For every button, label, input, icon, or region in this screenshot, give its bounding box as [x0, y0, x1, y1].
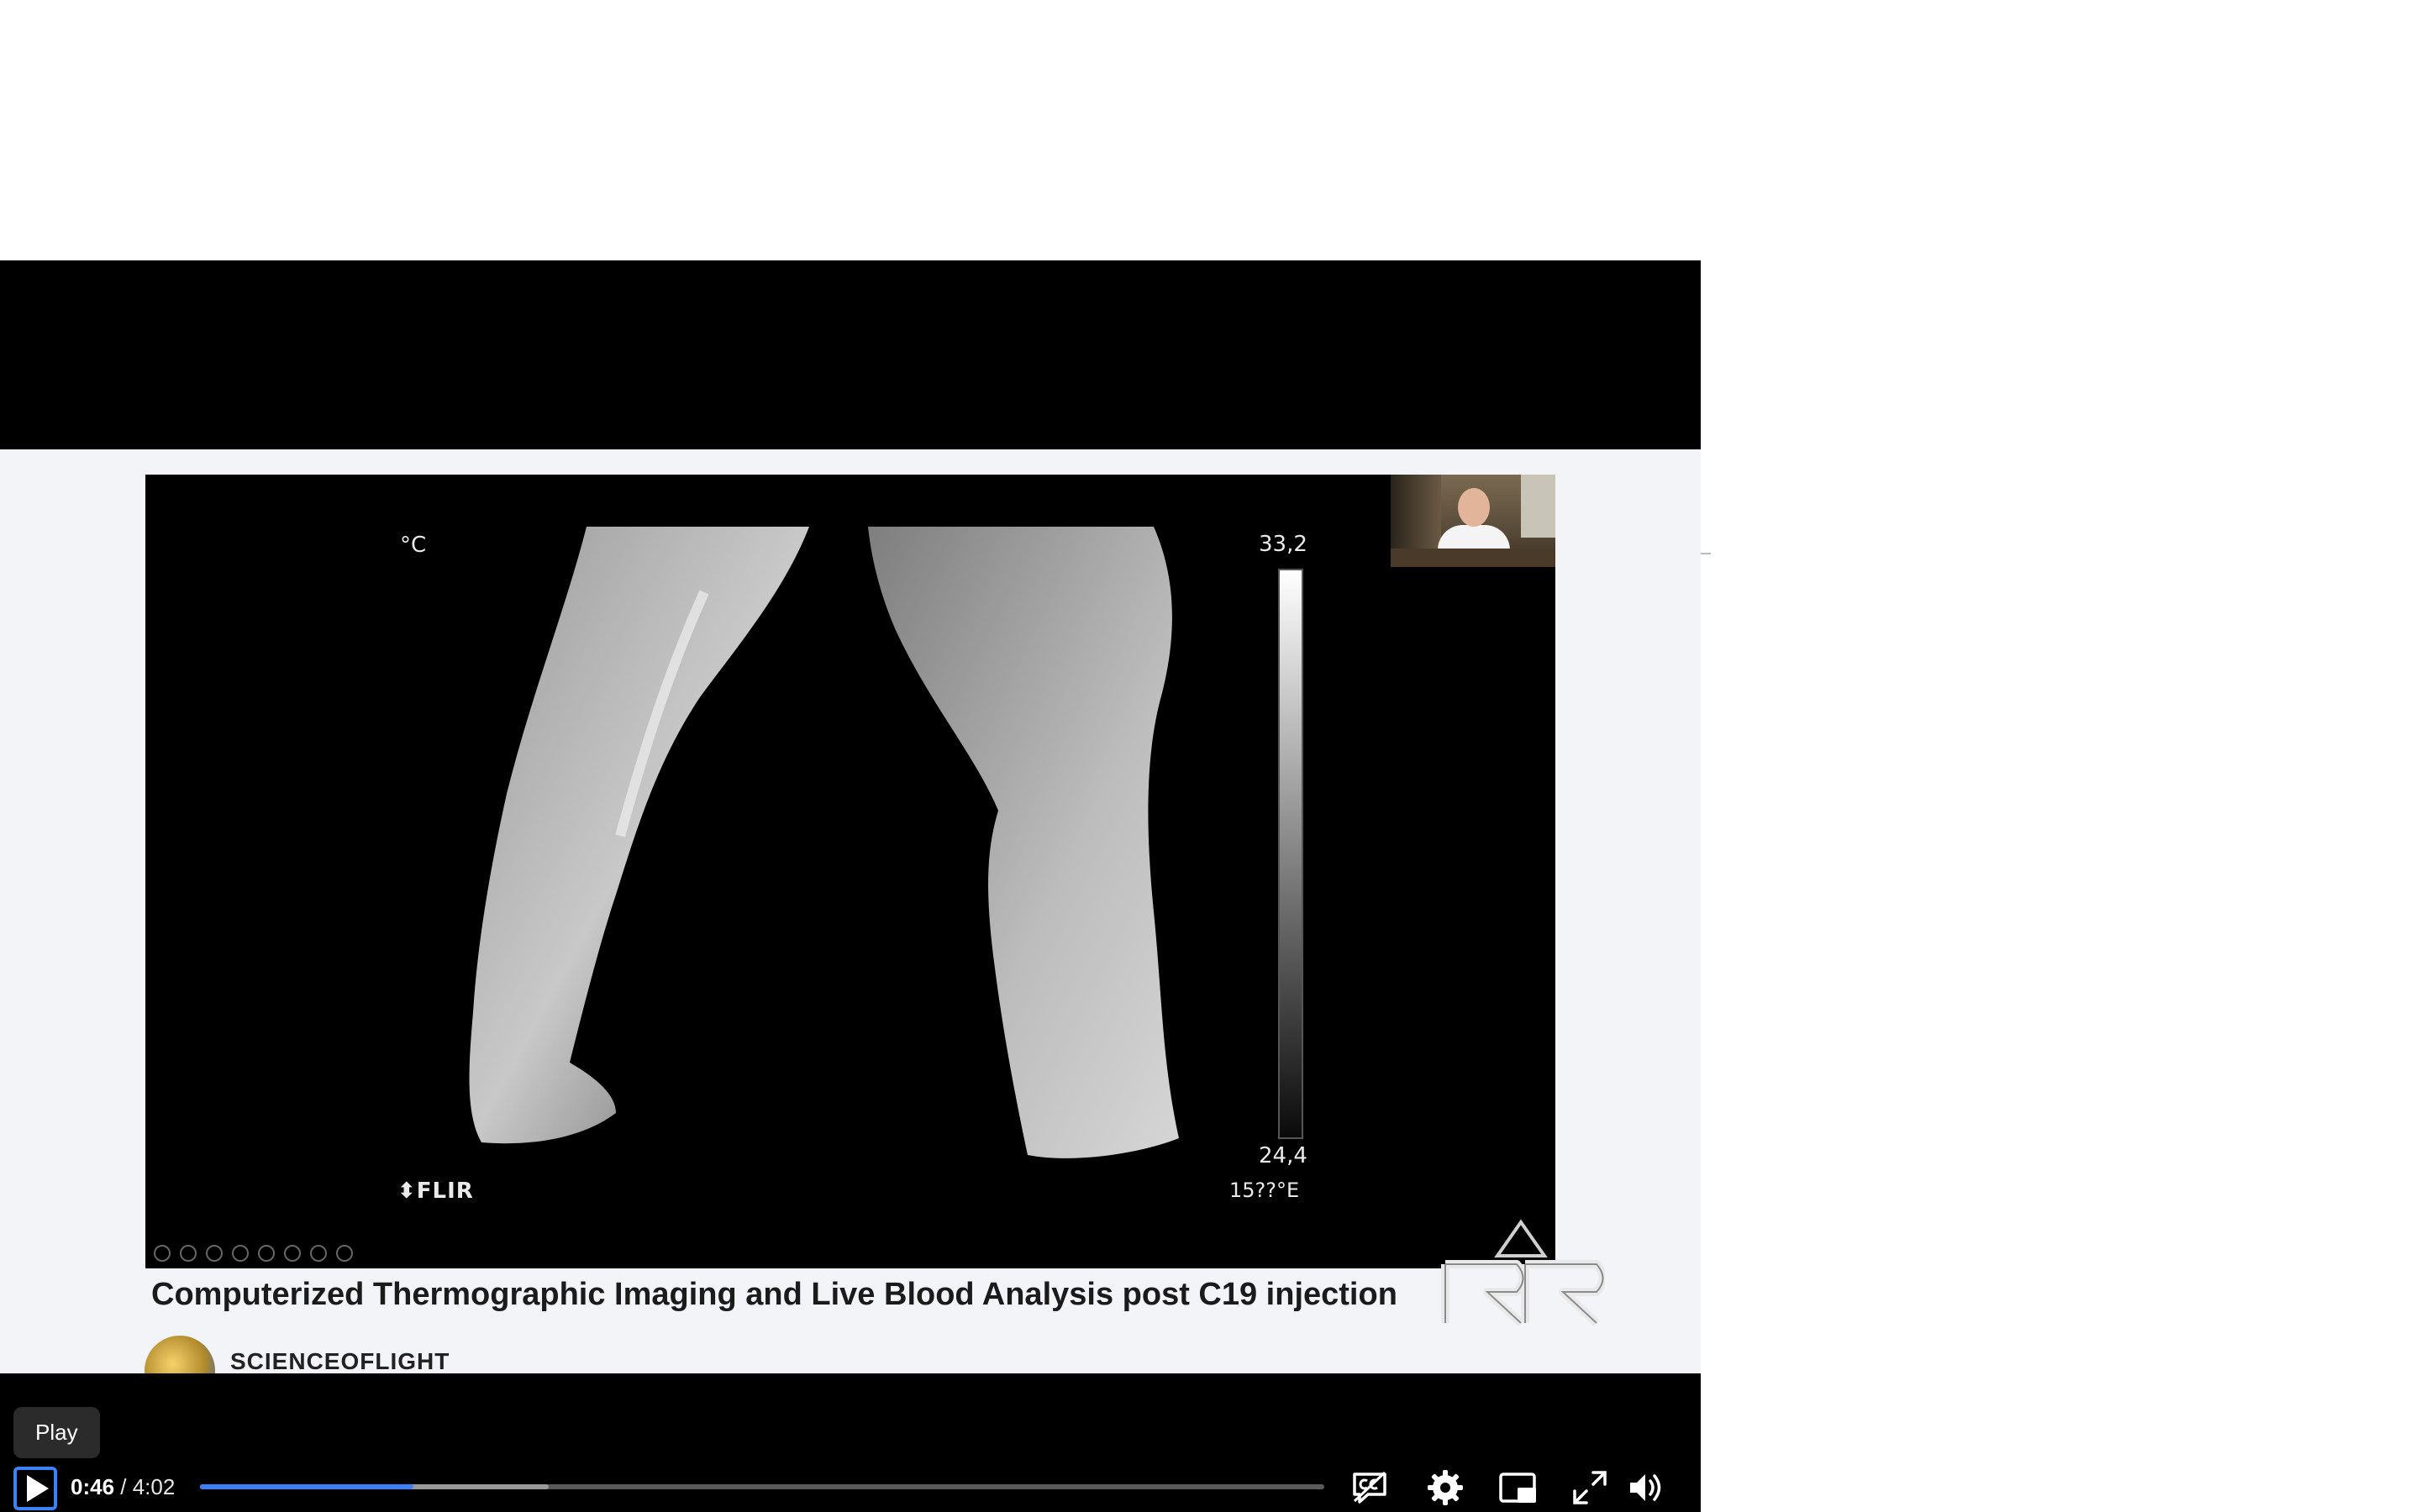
- toolbar-view-icon: [310, 1245, 327, 1262]
- rr-watermark-logo-icon: [1441, 1219, 1605, 1326]
- video-frame[interactable]: °C 33,2 24,4 15??°E ⬍FLIR Computerized T…: [0, 449, 1701, 1406]
- thermal-legs-image: [469, 527, 1179, 1158]
- volume-icon[interactable]: [1625, 1467, 1665, 1508]
- slide-toolbar: [154, 1243, 372, 1263]
- video-player[interactable]: °C 33,2 24,4 15??°E ⬍FLIR Computerized T…: [0, 260, 1701, 1512]
- temperature-reading: 15??°E: [1229, 1179, 1300, 1202]
- toolbar-forward-icon: [180, 1245, 197, 1262]
- picture-in-picture-icon[interactable]: [1497, 1467, 1538, 1508]
- video-title: Computerized Thermographic Imaging and L…: [151, 1277, 1397, 1312]
- progress-bar[interactable]: [200, 1484, 1324, 1489]
- presenter-webcam: [1391, 475, 1555, 567]
- scale-min-value: 24,4: [1259, 1143, 1307, 1168]
- play-button[interactable]: [13, 1467, 57, 1510]
- player-control-bar: Play 0:46 / 4:02: [0, 1373, 1701, 1512]
- scale-max-value: 33,2: [1259, 532, 1307, 557]
- time-total: 4:02: [132, 1474, 176, 1499]
- toolbar-subtitles-icon: [284, 1245, 301, 1262]
- thermal-slide: °C 33,2 24,4 15??°E ⬍FLIR: [145, 475, 1555, 1268]
- gear-icon[interactable]: [1425, 1467, 1465, 1508]
- time-display: 0:46 / 4:02: [71, 1474, 175, 1500]
- time-separator: /: [114, 1474, 133, 1499]
- cam-window: [1521, 475, 1555, 538]
- flir-logo: ⬍FLIR: [397, 1179, 474, 1204]
- temperature-unit-label: °C: [400, 533, 427, 558]
- toolbar-back-icon: [154, 1245, 171, 1262]
- play-icon: [27, 1475, 49, 1502]
- fullscreen-icon[interactable]: [1570, 1467, 1610, 1508]
- time-current: 0:46: [71, 1474, 115, 1499]
- flir-logo-text: FLIR: [416, 1179, 474, 1204]
- cam-desk: [1391, 549, 1555, 567]
- channel-name: SCIENCEOFLIGHT: [230, 1348, 450, 1374]
- temperature-scale-bar: [1278, 569, 1303, 1139]
- captions-icon[interactable]: [1349, 1467, 1390, 1508]
- toolbar-slides-icon: [232, 1245, 249, 1262]
- page-divider: [1701, 553, 1711, 554]
- toolbar-pen-icon: [206, 1245, 223, 1262]
- presenter-head: [1458, 488, 1490, 527]
- toolbar-more-icon: [336, 1245, 353, 1262]
- progress-played: [200, 1484, 414, 1489]
- play-tooltip: Play: [13, 1407, 100, 1458]
- toolbar-zoom-icon: [258, 1245, 275, 1262]
